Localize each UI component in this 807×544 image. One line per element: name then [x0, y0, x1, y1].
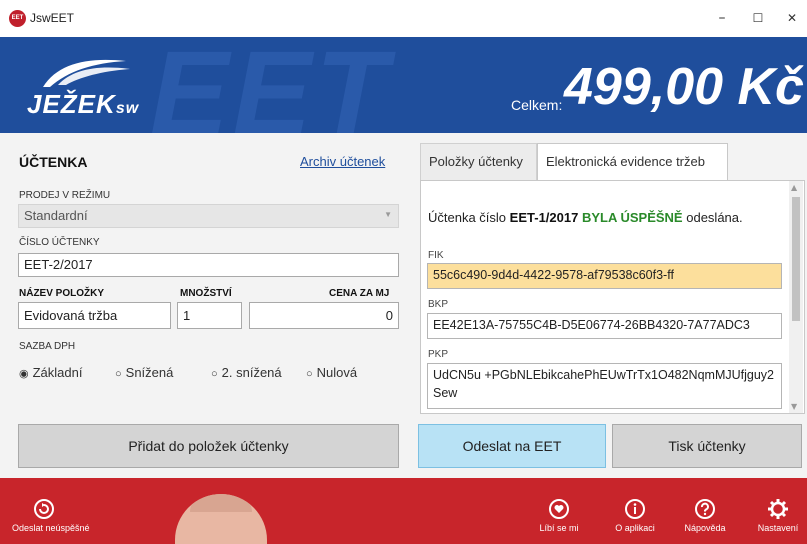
window-titlebar: EET JswEET – ☐ ✕: [0, 0, 807, 37]
vat-option-label: 2. snížená: [221, 365, 282, 380]
receipt-number-field[interactable]: EET-2/2017: [18, 253, 399, 277]
fik-field[interactable]: 55c6c490-9d4d-4422-9578-af79538c60f3-ff: [427, 263, 782, 289]
gear-icon: [768, 499, 788, 519]
heart-icon: [549, 499, 569, 519]
vat-radio-basic[interactable]: ◉ Základní: [19, 365, 82, 380]
item-name-label: NÁZEV POLOŽKY: [19, 288, 105, 299]
radio-empty-icon: ○: [306, 368, 313, 380]
total-label: Celkem:: [511, 97, 563, 113]
header-banner: EET JEŽEKsw Celkem: 499,00 Kč: [0, 37, 807, 133]
retry-icon: [34, 499, 54, 519]
sale-mode-label: PRODEJ V REŽIMU: [19, 190, 111, 201]
bkp-label: BKP: [428, 299, 449, 310]
vat-radio-zero[interactable]: ○ Nulová: [306, 365, 357, 380]
status-receipt-number: EET-1/2017: [509, 210, 579, 225]
like-label: Líbí se mi: [539, 523, 579, 533]
bkp-field[interactable]: EE42E13A-75755C4B-D5E06774-26BB4320-7A77…: [427, 313, 782, 339]
vat-radio-reduced[interactable]: ○ Snížená: [115, 365, 173, 380]
add-to-items-button[interactable]: Přidat do položek účtenky: [18, 424, 399, 468]
info-icon: [625, 499, 645, 519]
maximize-button[interactable]: ☐: [743, 6, 773, 30]
settings-label: Nastavení: [757, 523, 799, 533]
about-label: O aplikaci: [615, 523, 655, 533]
item-name-field[interactable]: Evidovaná tržba: [18, 302, 171, 329]
receipt-number-label: ČÍSLO ÚČTENKY: [19, 237, 100, 248]
radio-empty-icon: ○: [115, 368, 122, 380]
fik-label: FIK: [428, 250, 444, 261]
vat-radio-second-reduced[interactable]: ○ 2. snížená: [211, 365, 282, 380]
about-button[interactable]: O aplikaci: [608, 478, 662, 533]
status-prefix: Účtenka číslo: [428, 210, 507, 225]
minimize-button[interactable]: –: [707, 6, 737, 30]
pkp-label: PKP: [428, 349, 449, 360]
receipt-title: ÚČTENKA: [19, 154, 88, 170]
eet-status-message: Účtenka číslo EET-1/2017 BYLA ÚSPĚŠNĚ od…: [428, 210, 743, 225]
radio-selected-icon: ◉: [19, 368, 29, 380]
help-label: Nápověda: [684, 523, 726, 533]
send-to-eet-button[interactable]: Odeslat na EET: [418, 424, 606, 468]
logo-swoosh-icon: [43, 59, 130, 87]
app-icon: EET: [9, 10, 26, 27]
price-field[interactable]: 0: [249, 302, 399, 329]
eet-tab-content: Účtenka číslo EET-1/2017 BYLA ÚSPĚŠNĚ od…: [420, 180, 805, 414]
vat-option-label: Nulová: [316, 365, 358, 380]
quantity-label: MNOŽSTVÍ: [180, 288, 232, 299]
status-result: BYLA ÚSPĚŠNĚ: [581, 210, 683, 225]
scroll-down-icon[interactable]: ▼: [791, 402, 797, 411]
settings-button[interactable]: Nastavení: [750, 478, 806, 533]
quantity-field[interactable]: 1: [177, 302, 242, 329]
pkp-field[interactable]: UdCN5u +PGbNLEbikcahePhEUwTrTx1O482NqmMJ…: [427, 363, 782, 409]
sale-mode-select[interactable]: Standardní ▼: [18, 204, 399, 228]
like-button[interactable]: Líbí se mi: [532, 478, 586, 533]
sale-mode-value: Standardní: [24, 208, 88, 223]
avatar: [175, 494, 267, 544]
status-suffix: odeslána.: [686, 210, 743, 225]
logo-main-text: JEŽEK: [27, 89, 116, 119]
close-button[interactable]: ✕: [777, 6, 807, 30]
print-receipt-button[interactable]: Tisk účtenky: [612, 424, 802, 468]
vat-option-label: Základní: [32, 365, 83, 380]
vat-option-label: Snížená: [125, 365, 174, 380]
company-logo: JEŽEKsw: [27, 89, 139, 120]
scrollbar-thumb[interactable]: [792, 197, 800, 321]
help-icon: [695, 499, 715, 519]
send-failed-label: Odeslat neúspěšné: [12, 523, 90, 533]
eet-background-text: EET: [150, 37, 392, 133]
price-label: CENA ZA MJ: [329, 288, 390, 299]
logo-sub-text: sw: [115, 100, 140, 117]
vat-rate-label: SAZBA DPH: [19, 341, 76, 352]
scrollbar[interactable]: ▲ ▼: [789, 181, 803, 413]
send-failed-button[interactable]: Odeslat neúspěšné: [12, 478, 90, 533]
help-button[interactable]: Nápověda: [678, 478, 732, 533]
scroll-up-icon[interactable]: ▲: [791, 183, 797, 192]
footer-bar: Odeslat neúspěšné Líbí se mi O aplikaci …: [0, 478, 807, 544]
tab-receipt-items[interactable]: Položky účtenky: [420, 143, 537, 180]
total-amount: 499,00 Kč: [564, 58, 804, 116]
tab-eet[interactable]: Elektronická evidence tržeb: [537, 143, 728, 181]
window-title: JswEET: [30, 11, 75, 25]
chevron-down-icon: ▼: [384, 210, 392, 219]
archive-link[interactable]: Archiv účtenek: [300, 154, 385, 169]
radio-empty-icon: ○: [211, 368, 218, 380]
